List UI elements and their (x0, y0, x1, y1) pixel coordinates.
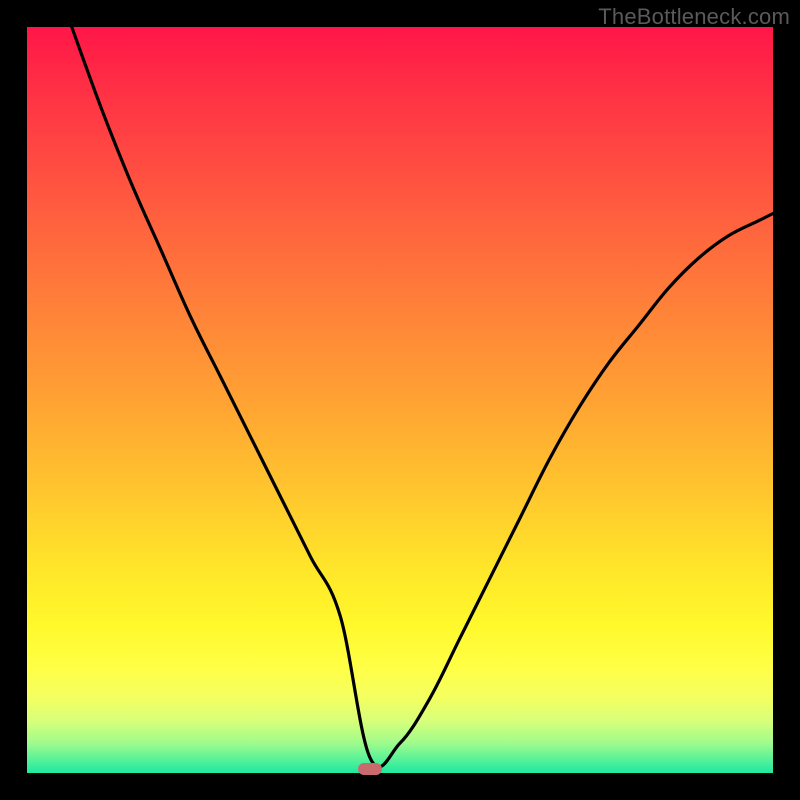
optimum-marker (358, 763, 382, 775)
watermark-text: TheBottleneck.com (598, 4, 790, 30)
plot-area (27, 27, 773, 773)
chart-frame: TheBottleneck.com (0, 0, 800, 800)
bottleneck-curve (27, 27, 773, 773)
